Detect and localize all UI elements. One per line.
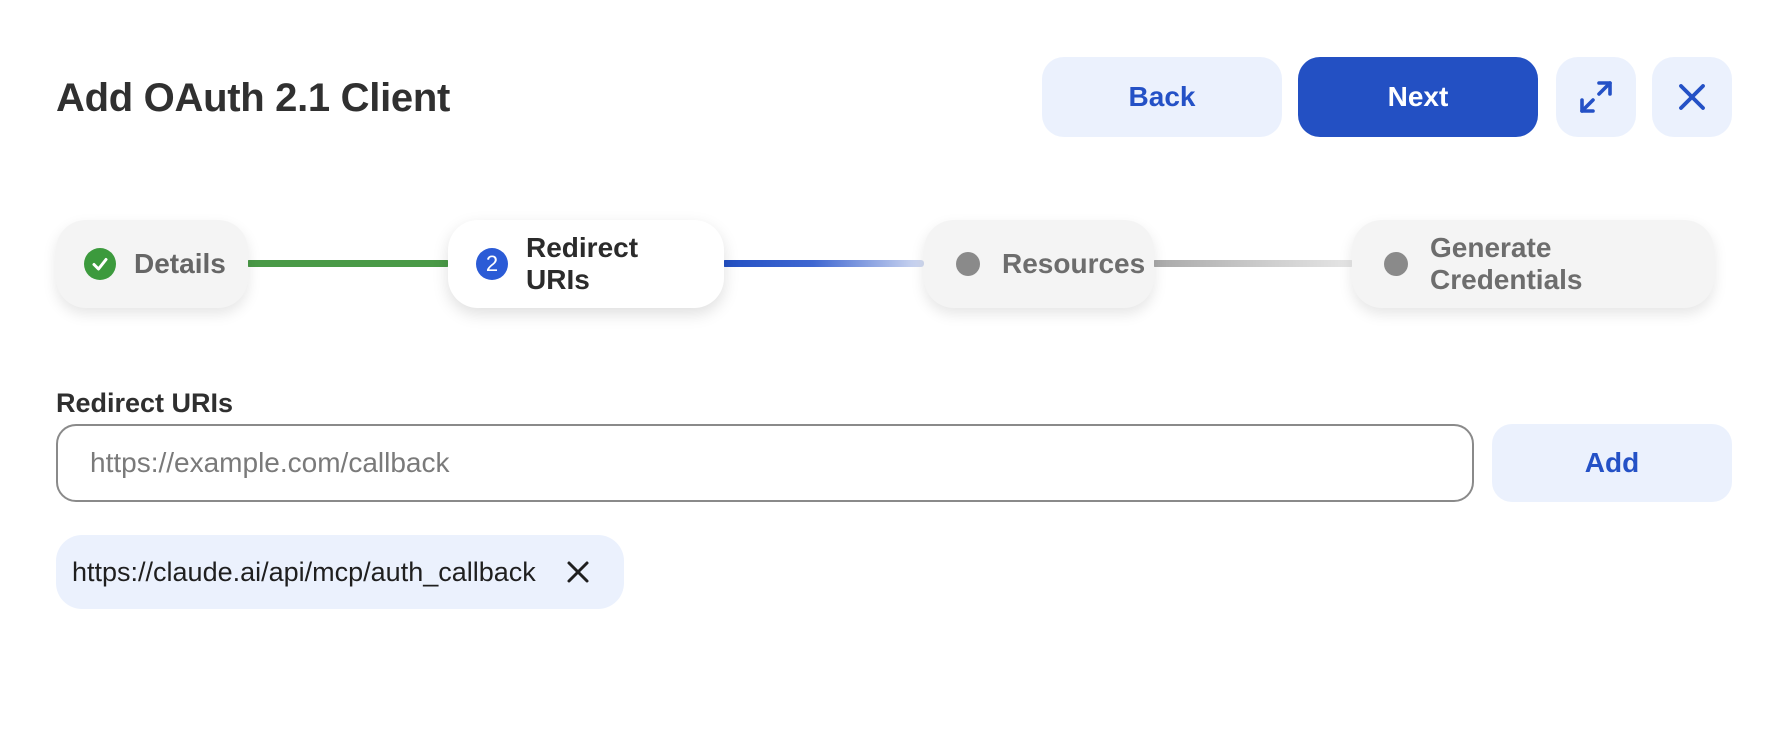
stepper: Details 2 Redirect URIs Resources Genera… (0, 0, 1778, 320)
redirect-uri-input[interactable] (56, 424, 1474, 502)
redirect-uri-chip: https://claude.ai/api/mcp/auth_callback (56, 535, 624, 609)
add-oauth-client-dialog: Add OAuth 2.1 Client Back Next Details 2… (0, 0, 1778, 752)
step-label: Details (134, 248, 226, 279)
dot-icon (956, 252, 980, 276)
step-connector-active (722, 260, 924, 267)
remove-icon[interactable] (564, 558, 592, 586)
step-label: Generate Credentials (1430, 232, 1583, 295)
redirect-uris-label: Redirect URIs (56, 388, 234, 418)
check-circle-icon (84, 248, 116, 280)
step-number-badge: 2 (476, 248, 508, 280)
step-redirect-uris[interactable]: 2 Redirect URIs (448, 220, 724, 308)
step-connector-completed (246, 260, 450, 267)
redirect-uri-chip-text: https://claude.ai/api/mcp/auth_callback (72, 556, 536, 587)
dot-icon (1384, 252, 1408, 276)
add-uri-button[interactable]: Add (1492, 424, 1732, 502)
step-label: Resources (1002, 248, 1146, 279)
step-details[interactable]: Details (56, 220, 248, 308)
step-label: Redirect URIs (526, 232, 639, 295)
step-generate-credentials[interactable]: Generate Credentials (1352, 220, 1714, 308)
step-connector-pending (1152, 260, 1354, 267)
step-resources[interactable]: Resources (924, 220, 1154, 308)
